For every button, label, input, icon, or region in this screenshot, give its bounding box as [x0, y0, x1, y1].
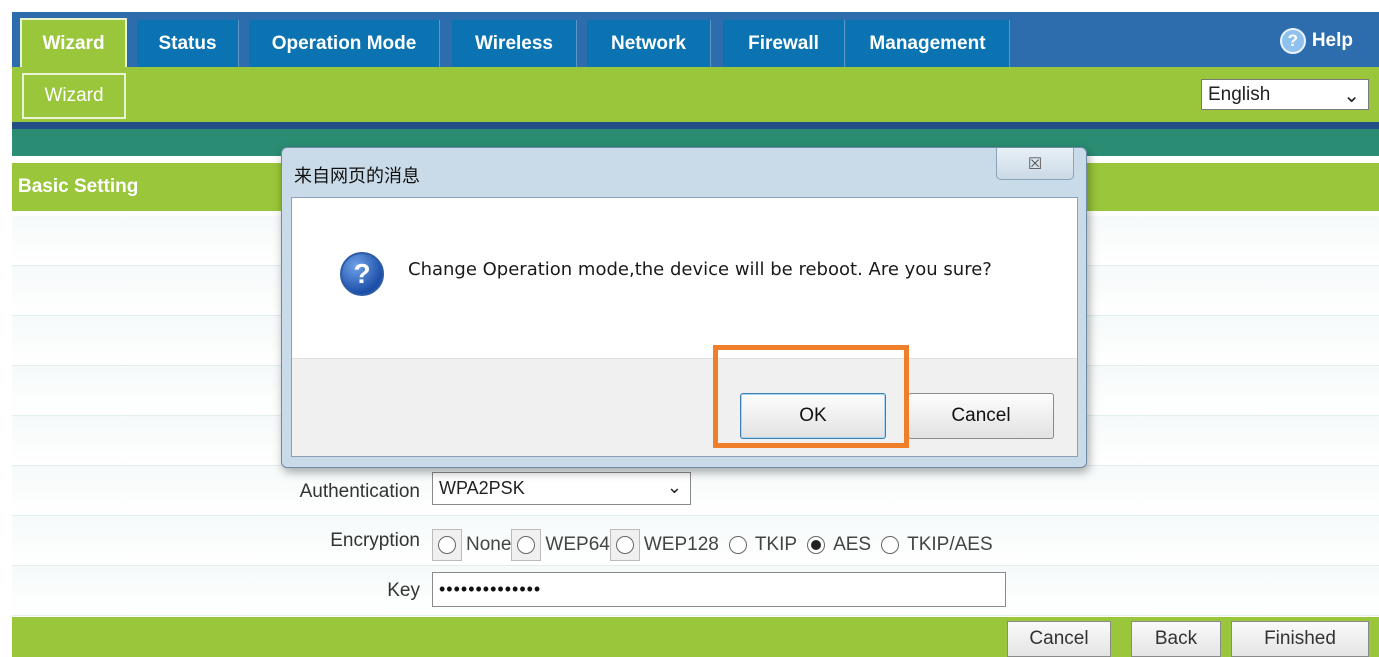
key-label: Key — [387, 580, 420, 601]
chevron-down-icon: ⌄ — [1343, 85, 1360, 107]
section-title: Basic Setting — [18, 176, 139, 197]
language-select[interactable]: English ⌄ — [1201, 79, 1369, 110]
close-icon[interactable]: ☒ — [996, 148, 1074, 180]
finished-button[interactable]: Finished — [1231, 621, 1369, 657]
divider-stripe — [12, 122, 1379, 129]
help-link[interactable]: ? Help — [1279, 28, 1353, 54]
tab-management[interactable]: Management — [846, 20, 1010, 67]
dialog-title: 来自网页的消息 — [294, 166, 420, 186]
dialog-message-area: ? Change Operation mode,the device will … — [292, 198, 1077, 358]
language-value: English — [1208, 83, 1271, 105]
router-admin-page: Wizard Status Operation Mode Wireless Ne… — [0, 0, 1379, 657]
dialog-message: Change Operation mode,the device will be… — [408, 259, 992, 280]
subtab-wizard[interactable]: Wizard — [22, 73, 126, 119]
encryption-aes-label: AES — [833, 534, 872, 555]
cancel-button[interactable]: Cancel — [1007, 621, 1111, 657]
authentication-value: WPA2PSK — [439, 478, 525, 498]
key-value: •••••••••••••• — [439, 579, 542, 599]
question-icon: ? — [340, 252, 384, 296]
encryption-label: Encryption — [330, 530, 420, 551]
tab-wireless[interactable]: Wireless — [452, 20, 577, 67]
back-button[interactable]: Back — [1131, 621, 1221, 657]
authentication-select[interactable]: WPA2PSK ⌄ — [432, 472, 691, 505]
dialog-cancel-button[interactable]: Cancel — [908, 393, 1054, 439]
tab-wizard[interactable]: Wizard — [20, 18, 127, 67]
dialog-button-area: OK Cancel — [292, 358, 1077, 456]
top-nav-bar: Wizard Status Operation Mode Wireless Ne… — [12, 12, 1379, 67]
encryption-wep64-radio[interactable] — [511, 529, 542, 561]
tab-status[interactable]: Status — [137, 20, 239, 67]
chevron-down-icon: ⌄ — [666, 477, 682, 497]
tab-operation-mode[interactable]: Operation Mode — [249, 20, 440, 67]
encryption-tkip-label: TKIP — [754, 534, 798, 555]
encryption-tkip-radio[interactable] — [727, 534, 749, 556]
encryption-none-radio[interactable] — [432, 529, 462, 561]
help-circle-icon: ? — [1279, 28, 1306, 54]
encryption-tkip-aes-radio[interactable] — [879, 534, 901, 556]
ok-button[interactable]: OK — [740, 393, 886, 439]
encryption-wep64-label: WEP64 — [545, 534, 610, 555]
confirm-dialog: 来自网页的消息 ☒ ? Change Operation mode,the de… — [281, 147, 1087, 468]
encryption-radio-group: None WEP64 WEP128 TKIP AES TKIP/AES — [432, 529, 993, 561]
encryption-wep128-label: WEP128 — [643, 534, 719, 555]
encryption-wep128-radio[interactable] — [609, 529, 640, 561]
sub-nav-bar: Wizard English ⌄ — [12, 67, 1379, 122]
encryption-none-label: None — [466, 534, 512, 555]
encryption-tkip-aes-label: TKIP/AES — [907, 534, 993, 555]
tab-firewall[interactable]: Firewall — [723, 20, 845, 67]
form-row — [12, 466, 1379, 516]
key-input[interactable]: •••••••••••••• — [432, 572, 1006, 607]
encryption-aes-radio[interactable] — [805, 534, 827, 556]
authentication-label: Authentication — [299, 481, 420, 502]
help-label: Help — [1311, 30, 1353, 51]
dialog-body: ? Change Operation mode,the device will … — [291, 197, 1078, 457]
tab-network[interactable]: Network — [587, 20, 711, 67]
